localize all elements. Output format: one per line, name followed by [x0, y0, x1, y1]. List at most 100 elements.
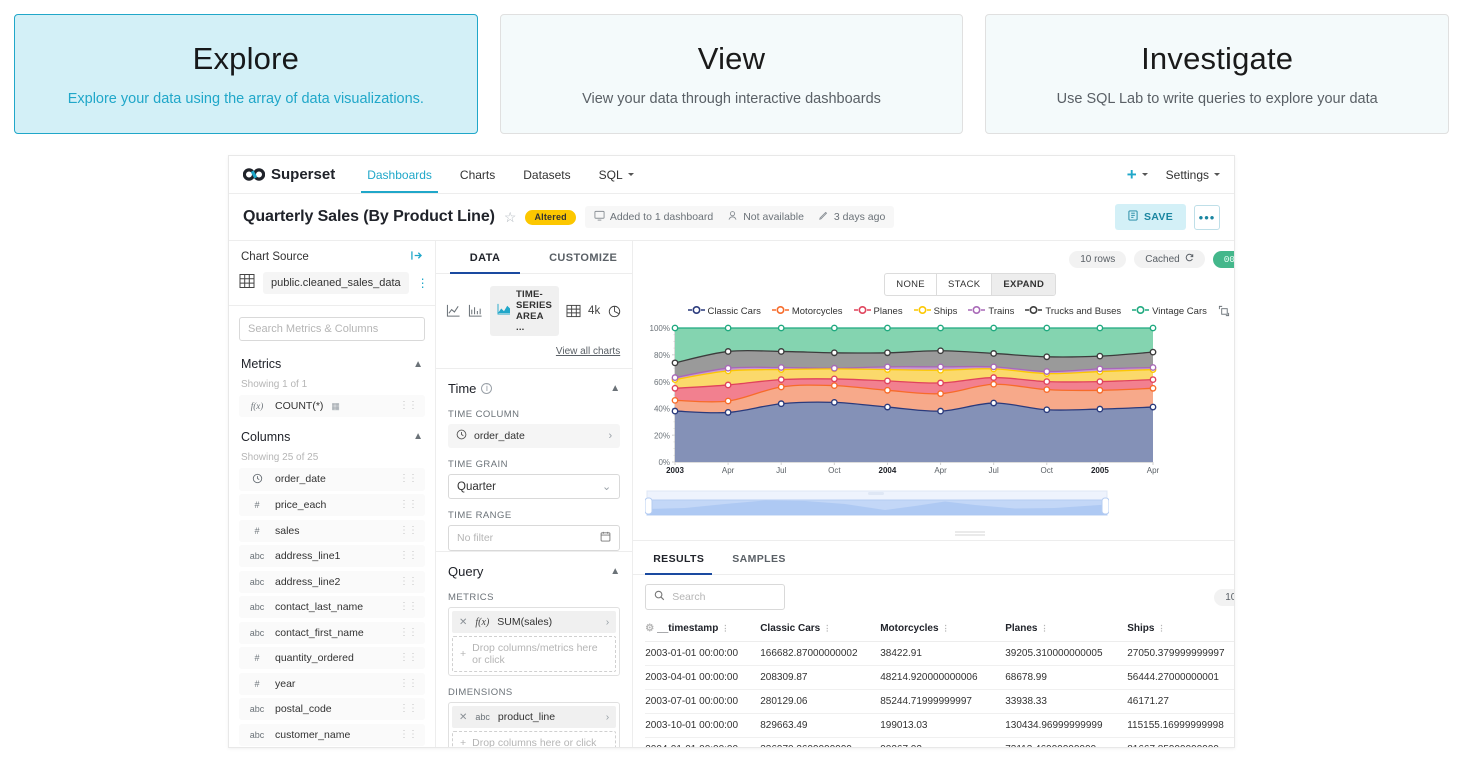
search-metrics-columns-input[interactable]: Search Metrics & Columns [239, 317, 425, 341]
drag-handle-icon[interactable]: ⋮⋮ [399, 500, 418, 510]
favorite-star-icon[interactable]: ☆ [504, 209, 517, 226]
chart-brush-slider[interactable] [633, 487, 1234, 524]
legend-item[interactable]: Classic Cars [687, 302, 761, 320]
legend-item[interactable]: Ships [913, 302, 957, 320]
time-section-header[interactable]: Time i ▲ [436, 369, 632, 398]
results-search-input[interactable]: Search [645, 584, 786, 610]
pie-chart-icon[interactable] [607, 304, 622, 318]
results-table-wrap[interactable]: ⚙ __timestamp ⋮ Classic Cars ⋮ Motorcycles ⋮ Pl… [633, 617, 1234, 747]
table-column-header[interactable]: ⚙ __timestamp ⋮ [645, 617, 761, 642]
drag-handle-icon[interactable]: ⋮⋮ [399, 653, 418, 663]
tab-samples[interactable]: SAMPLES [724, 541, 794, 574]
drag-handle-icon[interactable]: ⋮⋮ [399, 525, 418, 535]
save-button[interactable]: SAVE [1114, 204, 1186, 230]
drag-handle-icon[interactable]: ⋮⋮ [399, 401, 418, 411]
close-icon[interactable]: ✕ [459, 712, 467, 723]
metrics-section-header[interactable]: Metrics ▲ [229, 348, 435, 375]
legend-item[interactable]: Vintage Cars [1132, 302, 1207, 320]
time-column-field[interactable]: order_date › [448, 424, 621, 448]
drag-handle-icon[interactable]: ⋮⋮ [399, 602, 418, 612]
column-item[interactable]: abc customer_name ⋮⋮ [239, 723, 425, 746]
drag-handle-icon[interactable]: ⋮⋮ [399, 678, 418, 688]
stack-mode-expand[interactable]: EXPAND [991, 274, 1056, 295]
column-item[interactable]: order_date ⋮⋮ [239, 467, 425, 491]
view-all-charts-link[interactable]: View all charts [556, 346, 620, 357]
superset-logo[interactable]: Superset [243, 166, 335, 183]
column-item[interactable]: # price_each ⋮⋮ [239, 494, 425, 516]
tab-results[interactable]: RESULTS [645, 541, 713, 575]
drag-handle-icon[interactable]: ⋮⋮ [399, 576, 418, 586]
dimension-chip-product-line[interactable]: ✕ abc product_line › [452, 706, 617, 728]
column-item[interactable]: # year ⋮⋮ [239, 672, 425, 695]
drag-handle-icon[interactable]: ⋮⋮ [399, 704, 418, 714]
panel-resize-handle[interactable] [633, 524, 1234, 540]
metric-chip-sum-sales[interactable]: ✕ f(x) SUM(sales) › [452, 611, 617, 633]
table-row[interactable]: 2003-07-01 00:00:00 280129.06 85244.719999… [645, 689, 1234, 714]
sort-icon[interactable]: ⋮ [721, 624, 729, 633]
metrics-drop-zone[interactable]: + Drop columns/metrics here or click [452, 636, 617, 672]
nav-link-dashboards[interactable]: Dashboards [353, 156, 446, 193]
focus-legend-icon[interactable] [1218, 305, 1230, 317]
dataset-name[interactable]: public.cleaned_sales_data [263, 272, 409, 294]
more-actions-button[interactable]: ••• [1194, 204, 1220, 230]
sort-icon[interactable]: ⋮ [823, 624, 831, 633]
table-column-header[interactable]: Planes ⋮ [1005, 617, 1128, 642]
brush-svg[interactable] [644, 489, 1110, 519]
drag-handle-icon[interactable]: ⋮⋮ [399, 627, 418, 637]
sort-icon[interactable]: ⋮ [942, 624, 950, 633]
sort-icon[interactable]: ⋮ [1040, 624, 1048, 633]
card-investigate[interactable]: Investigate Use SQL Lab to write queries… [985, 14, 1450, 134]
column-item[interactable]: # sales ⋮⋮ [239, 519, 425, 542]
nav-link-charts[interactable]: Charts [446, 156, 509, 193]
time-range-field[interactable]: No filter [448, 525, 621, 551]
card-explore[interactable]: Explore Explore your data using the arra… [14, 14, 478, 134]
stack-mode-none[interactable]: NONE [885, 274, 936, 295]
table-column-header[interactable]: Ships ⋮ [1127, 617, 1234, 642]
tab-customize[interactable]: CUSTOMIZE [534, 241, 632, 273]
stack-mode-stack[interactable]: STACK [935, 274, 991, 295]
collapse-panel-icon[interactable] [410, 250, 423, 264]
column-item[interactable]: abc postal_code ⋮⋮ [239, 698, 425, 720]
viz-type-selected[interactable]: TIME-SERIES AREA ... [490, 286, 560, 336]
close-icon[interactable]: ✕ [459, 617, 467, 628]
table-viz-icon[interactable] [566, 304, 581, 318]
tab-data[interactable]: DATA [436, 241, 534, 274]
drag-handle-icon[interactable]: ⋮⋮ [399, 551, 418, 561]
column-item[interactable]: # quantity_ordered ⋮⋮ [239, 647, 425, 669]
table-row[interactable]: 2003-10-01 00:00:00 829663.49 199013.03 130… [645, 713, 1234, 738]
legend-item[interactable]: Motorcycles [771, 302, 843, 320]
dimensions-drop-zone[interactable]: + Drop columns here or click [452, 731, 617, 747]
gear-icon[interactable]: ⚙ [645, 623, 654, 634]
time-grain-select[interactable]: Quarter ⌄ [448, 474, 621, 499]
table-column-header[interactable]: Classic Cars ⋮ [760, 617, 881, 642]
table-row[interactable]: 2004-01-01 00:00:00336970.36999999999026… [645, 737, 1234, 747]
chart-plot-area[interactable]: 0% 20% 40% 60% 80% 100% 2003 Apr Jul Oct 2004 Apr Ju… [633, 322, 1234, 487]
columns-scroll-area[interactable]: order_date ⋮⋮ # price_each ⋮⋮ # sales ⋮⋮ abc addr… [229, 467, 435, 748]
cached-badge[interactable]: Cached [1134, 250, 1205, 268]
drag-handle-icon[interactable]: ⋮⋮ [399, 474, 418, 484]
bar-chart-icon[interactable] [468, 304, 483, 318]
table-row[interactable]: 2003-01-01 00:00:00 166682.87000000002 384… [645, 641, 1234, 666]
column-item[interactable]: abc address_line2 ⋮⋮ [239, 570, 425, 593]
legend-item[interactable]: Trains [968, 302, 1014, 320]
area-chart-svg[interactable]: 0%20%40%60%80%100%2003 Apr Jul Oct 2004 Apr Ju… [641, 322, 1161, 482]
drag-handle-icon[interactable]: ⋮⋮ [399, 729, 418, 739]
columns-section-header[interactable]: Columns ▲ [229, 421, 435, 448]
table-column-header[interactable]: Motorcycles ⋮ [880, 617, 1006, 642]
dataset-menu-icon[interactable]: ⋮ [417, 277, 429, 290]
line-chart-icon[interactable] [446, 304, 461, 318]
column-item[interactable]: abc address_line1 ⋮⋮ [239, 545, 425, 567]
nav-link-datasets[interactable]: Datasets [509, 156, 584, 193]
legend-item[interactable]: Trucks and Buses [1025, 302, 1121, 320]
column-item[interactable]: abc contact_last_name ⋮⋮ [239, 596, 425, 618]
big-number-viz-icon[interactable]: 4k [588, 305, 600, 317]
new-button[interactable]: + [1127, 166, 1148, 183]
sort-icon[interactable]: ⋮ [1157, 624, 1165, 633]
info-icon[interactable]: i [481, 383, 493, 394]
nav-link-sql[interactable]: SQL [585, 156, 648, 193]
metric-item-count[interactable]: f(x) COUNT(*) ▦ ⋮⋮ [239, 395, 425, 417]
card-view[interactable]: View View your data through interactive … [499, 14, 964, 134]
table-row[interactable]: 2003-04-01 00:00:00 208309.87 48214.920000… [645, 665, 1234, 690]
settings-menu[interactable]: Settings [1166, 168, 1220, 182]
legend-item[interactable]: Planes [853, 302, 903, 320]
